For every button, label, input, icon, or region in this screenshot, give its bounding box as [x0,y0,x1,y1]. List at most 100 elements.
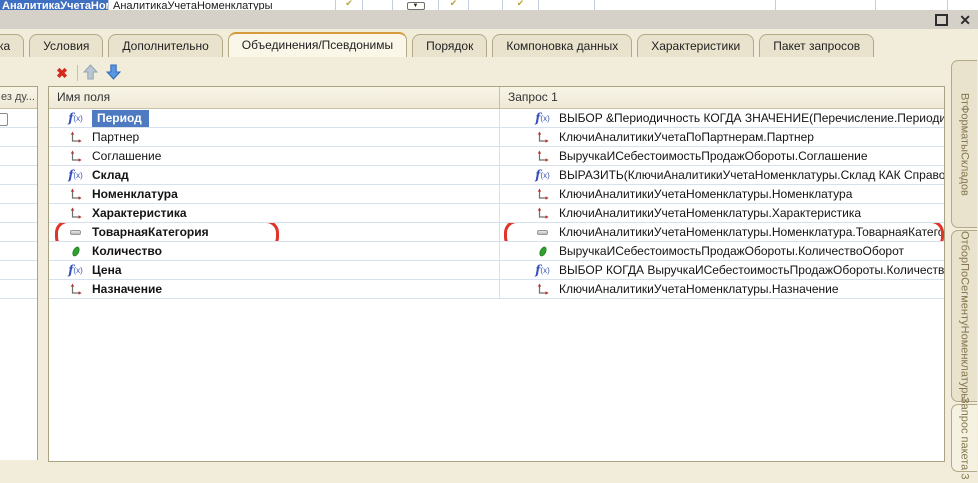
move-down-icon[interactable] [106,64,126,82]
field-name-cell[interactable]: ТоварнаяКатегория [49,223,499,242]
top-grid-cell[interactable] [594,0,775,10]
tab-Условия[interactable]: Условия [29,34,103,57]
res-icon [67,245,84,258]
left-panel-empty-row [0,204,37,223]
field-name-cell[interactable]: Соглашение [49,147,499,166]
field-name-cell[interactable]: Характеристика [49,204,499,223]
left-panel-empty-row [0,223,37,242]
query-expression-cell[interactable]: КлючиАналитикиУчетаНоменклатуры.Назначен… [499,280,944,299]
column-header-field-name[interactable]: Имя поля [49,87,499,108]
vertical-tab-ВтФорматыСкладов[interactable]: ВтФорматыСкладов [951,60,977,228]
table-row[interactable]: Номенклатура КлючиАналитикиУчетаНоменкла… [49,185,944,204]
table-row[interactable]: Соглашение ВыручкаИСебестоимостьПродажОб… [49,147,944,166]
query-expression-cell[interactable]: f(x) ВЫРАЗИТЬ(КлючиАналитикиУчетаНоменкл… [499,166,944,185]
table-row[interactable]: Количество ВыручкаИСебестоимостьПродажОб… [49,242,944,261]
maximize-icon[interactable] [935,14,948,26]
top-grid-name-cell[interactable]: АналитикаУчетаНоменклатуры [108,0,335,10]
titlebar-strip: ✕ [0,10,978,29]
dim-icon [67,283,84,296]
left-panel-empty-row [0,261,37,280]
tab-Порядок[interactable]: Порядок [412,34,487,57]
fx-icon: f(x) [534,263,551,277]
dim-icon [67,207,84,220]
check-icon-cell[interactable]: ✔ [335,0,362,10]
table-row[interactable]: Назначение КлючиАналитикиУчетаНоменклату… [49,280,944,299]
left-cropped-panel: ез ду... [0,86,38,460]
query-expression-cell[interactable]: КлючиАналитикиУчетаНоменклатуры.Характер… [499,204,944,223]
dim-icon [67,188,84,201]
table-toolbar: ✖ [52,62,129,84]
query-expression-cell[interactable]: f(x) ВЫБОР &Периодичность КОГДА ЗНАЧЕНИЕ… [499,109,944,128]
field-name-cell[interactable]: f(x) Склад [49,166,499,185]
field-name-cell[interactable]: f(x) Период [49,109,499,128]
query-expression-cell[interactable]: ВыручкаИСебестоимостьПродажОбороты.Колич… [499,242,944,261]
check-icon-cell[interactable]: ✔ [502,0,538,10]
left-panel-empty-row [0,128,37,147]
table-row[interactable]: f(x) Цена f(x) ВЫБОР КОГДА ВыручкаИСебес… [49,261,944,280]
move-up-icon[interactable] [83,64,103,82]
tab-Объединения/Псевдонимы[interactable]: Объединения/Псевдонимы [228,32,407,57]
check-icon-cell[interactable]: ✔ [438,0,468,10]
top-grid-filler [947,0,978,10]
query-expression-cell[interactable]: ВыручкаИСебестоимостьПродажОбороты.Согла… [499,147,944,166]
column-header-query-1[interactable]: Запрос 1 [499,87,944,108]
tab-Дополнительно[interactable]: Дополнительно [108,34,222,57]
dim-icon [534,188,551,201]
query-expression-cell[interactable]: f(x) ВЫБОР КОГДА ВыручкаИСебестоимостьПр… [499,261,944,280]
fx-icon: f(x) [67,263,84,277]
dim-icon [67,150,84,163]
top-grid-row: АналитикаУчетаНом... АналитикаУчетаНомен… [0,0,978,10]
tab-Компоновка данных[interactable]: Компоновка данных [492,34,632,57]
fields-table: Имя поля Запрос 1 f(x) Период f(x) ВЫБОР… [48,86,945,462]
fx-icon: f(x) [534,111,551,125]
checkbox[interactable] [0,113,8,126]
dim-icon [534,150,551,163]
top-grid-cell[interactable] [362,0,392,10]
left-panel-empty-row [0,242,37,261]
top-grid-selected-cell[interactable]: АналитикаУчетаНом... [0,0,108,10]
fx-icon: f(x) [67,168,84,182]
tab-Характеристики[interactable]: Характеристики [637,34,754,57]
left-panel-empty-row [0,166,37,185]
query-designer-panel: ✖ ез ду... Имя поля Запрос 1 f(x) Период… [0,57,978,483]
tab-bar: каУсловияДополнительно Объединения/Псевдо… [0,29,978,57]
query-expression-cell[interactable]: КлючиАналитикиУчетаНоменклатуры.Номенкла… [499,185,944,204]
dim-icon [534,207,551,220]
field-name-cell[interactable]: Количество [49,242,499,261]
dropdown-check-icon-cell[interactable]: ▼ [392,0,438,10]
top-grid-cell[interactable] [538,0,594,10]
res-icon [534,245,551,258]
vertical-tab-ОтборПоСегментуНоменклатуры[interactable]: ОтборПоСегментуНоменклатуры [951,230,977,402]
table-row[interactable]: ТоварнаяКатегория КлючиАналитикиУчетаНом… [49,223,944,242]
query-expression-cell[interactable]: КлючиАналитикиУчетаНоменклатуры.Номенкла… [499,223,944,242]
field-name-cell[interactable]: Партнер [49,128,499,147]
table-row[interactable]: Партнер КлючиАналитикиУчетаПоПартнерам.П… [49,128,944,147]
fx-icon: f(x) [534,168,551,182]
close-icon[interactable]: ✕ [959,12,971,28]
left-panel-column-header: ез ду... [0,87,37,109]
toolbar-divider [77,65,78,81]
eq-icon [67,230,84,235]
table-row[interactable]: Характеристика КлючиАналитикиУчетаНоменк… [49,204,944,223]
top-grid-cell[interactable] [775,0,875,10]
left-panel-empty-row [0,147,37,166]
table-header: Имя поля Запрос 1 [49,87,944,109]
field-name-cell[interactable]: f(x) Цена [49,261,499,280]
tab-Пакет запросов[interactable]: Пакет запросов [759,34,874,57]
top-grid-cell[interactable] [468,0,502,10]
table-row[interactable]: f(x) Период f(x) ВЫБОР &Периодичность КО… [49,109,944,128]
field-name-cell[interactable]: Номенклатура [49,185,499,204]
tab-ка[interactable]: ка [0,34,24,57]
dim-icon [534,131,551,144]
table-row[interactable]: f(x) Склад f(x) ВЫРАЗИТЬ(КлючиАналитикиУ… [49,166,944,185]
fx-icon: f(x) [67,111,84,125]
left-panel-empty-row [0,185,37,204]
left-panel-empty-row [0,280,37,299]
top-grid-cell[interactable] [875,0,947,10]
eq-icon [534,230,551,235]
vertical-tab-Запрос пакета 3[interactable]: Запрос пакета 3 [951,404,977,472]
query-expression-cell[interactable]: КлючиАналитикиУчетаПоПартнерам.Партнер [499,128,944,147]
delete-icon[interactable]: ✖ [52,64,72,82]
field-name-cell[interactable]: Назначение [49,280,499,299]
dim-icon [534,283,551,296]
